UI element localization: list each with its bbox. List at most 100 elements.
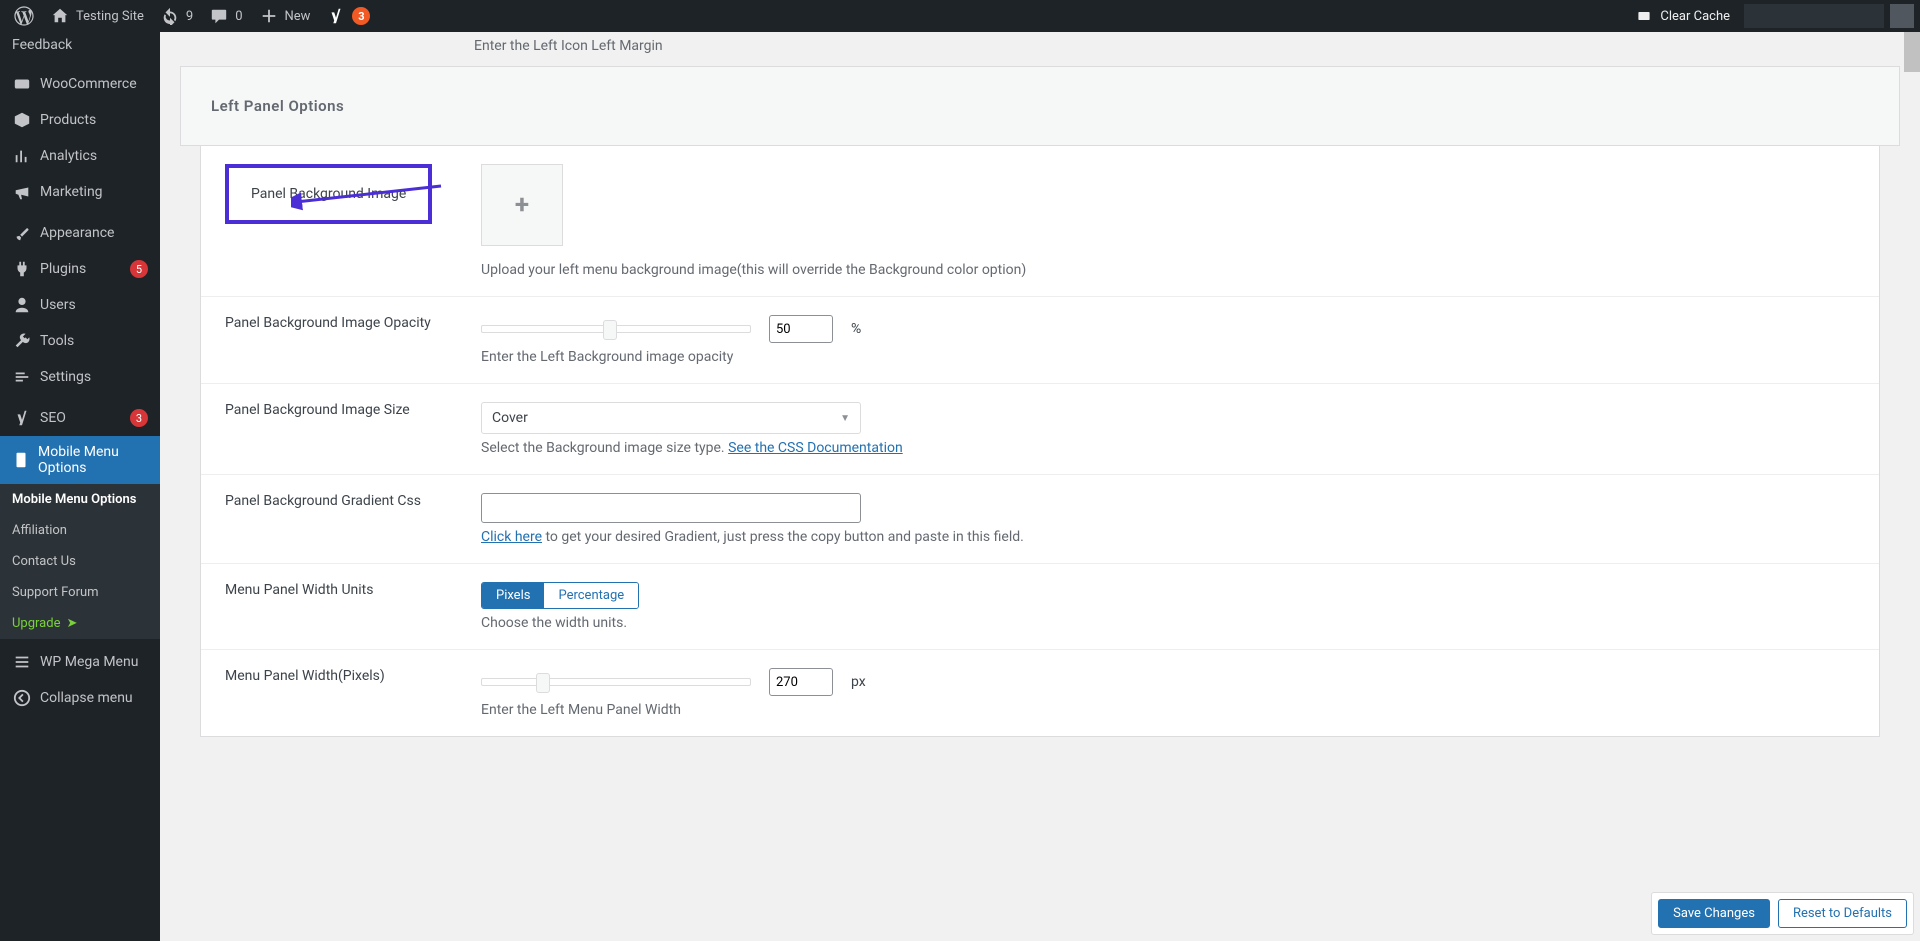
- sidebar-item-settings[interactable]: Settings: [0, 359, 160, 395]
- admin-sidebar: Feedback WooCommerce Products Analytics …: [0, 32, 160, 941]
- css-doc-link[interactable]: See the CSS Documentation: [728, 440, 903, 456]
- sidebar-sub-support-forum[interactable]: Support Forum: [0, 577, 160, 608]
- plus-icon: [259, 6, 279, 26]
- wp-logo[interactable]: [6, 0, 42, 32]
- megaphone-icon: [12, 182, 32, 202]
- admin-bar: Testing Site 9 0 New 3: [0, 0, 1920, 32]
- user-icon: [12, 295, 32, 315]
- sidebar-label: Mobile Menu Options: [38, 444, 148, 476]
- toggle-percentage[interactable]: Percentage: [544, 583, 638, 608]
- sidebar-sub-upgrade[interactable]: Upgrade ➤: [0, 608, 160, 639]
- scrollbar-thumb[interactable]: [1904, 32, 1920, 72]
- reset-button[interactable]: Reset to Defaults: [1778, 899, 1907, 928]
- sidebar-item-seo[interactable]: SEO 3: [0, 400, 160, 436]
- woocommerce-icon: [12, 74, 32, 94]
- clear-cache[interactable]: Clear Cache: [1626, 0, 1738, 32]
- row-label: Menu Panel Width(Pixels): [225, 668, 385, 684]
- select-value: Cover: [492, 410, 528, 426]
- chevron-down-icon: ▼: [840, 413, 850, 424]
- adminbar-blank-box: [1744, 4, 1884, 28]
- sidebar-item-marketing[interactable]: Marketing: [0, 174, 160, 210]
- arrow-right-icon: ➤: [66, 616, 77, 631]
- site-title: Testing Site: [76, 9, 144, 24]
- section-header: Left Panel Options: [180, 66, 1900, 146]
- row-desc: Upload your left menu background image(t…: [481, 262, 1855, 278]
- row-desc: Enter the Left Menu Panel Width: [481, 702, 1855, 718]
- sidebar-label: Appearance: [40, 225, 114, 241]
- updates[interactable]: 9: [152, 0, 201, 32]
- sidebar-item-feedback-cut[interactable]: Feedback: [0, 32, 160, 66]
- gradient-input[interactable]: [481, 493, 861, 523]
- menu-icon: [12, 652, 32, 672]
- row-label: Panel Background Image: [251, 186, 406, 202]
- brush-icon: [12, 223, 32, 243]
- sidebar-item-products[interactable]: Products: [0, 102, 160, 138]
- gradient-link[interactable]: Click here: [481, 529, 542, 545]
- sidebar-item-wp-mega-menu[interactable]: WP Mega Menu: [0, 644, 160, 680]
- sidebar-label: Marketing: [40, 184, 103, 200]
- row-label: Panel Background Gradient Css: [225, 493, 421, 509]
- sidebar-sub-mobile-menu-options[interactable]: Mobile Menu Options: [0, 484, 160, 515]
- floating-actions: Save Changes Reset to Defaults: [1651, 892, 1914, 935]
- sidebar-item-appearance[interactable]: Appearance: [0, 215, 160, 251]
- sidebar-label: WooCommerce: [40, 76, 137, 92]
- sidebar-label: Settings: [40, 369, 91, 385]
- slider-thumb[interactable]: [536, 673, 550, 693]
- row-desc-pre: Select the Background image size type.: [481, 440, 728, 456]
- sidebar-item-users[interactable]: Users: [0, 287, 160, 323]
- comments[interactable]: 0: [201, 0, 250, 32]
- clear-cache-label: Clear Cache: [1660, 9, 1730, 24]
- width-input[interactable]: [769, 668, 833, 696]
- sidebar-item-tools[interactable]: Tools: [0, 323, 160, 359]
- new-label: New: [285, 9, 311, 24]
- adminbar-small-box: [1890, 4, 1914, 28]
- new-content[interactable]: New: [251, 0, 319, 32]
- row-label: Menu Panel Width Units: [225, 582, 373, 598]
- width-slider[interactable]: [481, 678, 751, 686]
- sidebar-collapse[interactable]: Collapse menu: [0, 680, 160, 716]
- sidebar-label: Tools: [40, 333, 74, 349]
- yoast[interactable]: 3: [318, 0, 378, 32]
- row-label: Panel Background Image Opacity: [225, 315, 431, 331]
- yoast-icon: [12, 408, 32, 428]
- sidebar-sub-contact-us[interactable]: Contact Us: [0, 546, 160, 577]
- image-upload-button[interactable]: +: [481, 164, 563, 246]
- bg-size-select[interactable]: Cover ▼: [481, 402, 861, 434]
- toggle-pixels[interactable]: Pixels: [482, 583, 544, 608]
- row-label: Panel Background Image Size: [225, 402, 410, 418]
- sidebar-label: Products: [40, 112, 96, 128]
- collapse-icon: [12, 688, 32, 708]
- wordpress-icon: [14, 6, 34, 26]
- row-desc-post: to get your desired Gradient, just press…: [542, 529, 1024, 545]
- sidebar-label: Analytics: [40, 148, 97, 164]
- sidebar-label: Plugins: [40, 261, 86, 277]
- plug-icon: [12, 259, 32, 279]
- sidebar-item-plugins[interactable]: Plugins 5: [0, 251, 160, 287]
- width-units-toggle: Pixels Percentage: [481, 582, 639, 609]
- comment-icon: [209, 6, 229, 26]
- comments-count: 0: [235, 9, 242, 24]
- window-scrollbar[interactable]: [1904, 32, 1920, 941]
- section-title: Left Panel Options: [211, 97, 1869, 115]
- main-content: Enter the Left Icon Left Margin Left Pan…: [160, 32, 1920, 941]
- opacity-unit: %: [851, 321, 861, 337]
- save-button[interactable]: Save Changes: [1658, 899, 1770, 928]
- slider-thumb[interactable]: [603, 320, 617, 340]
- opacity-input[interactable]: [769, 315, 833, 343]
- collapse-label: Collapse menu: [40, 690, 133, 706]
- updates-count: 9: [186, 9, 193, 24]
- refresh-icon: [160, 6, 180, 26]
- sidebar-item-analytics[interactable]: Analytics: [0, 138, 160, 174]
- sidebar-sub-affiliation[interactable]: Affiliation: [0, 515, 160, 546]
- plugins-badge: 5: [130, 260, 148, 278]
- opacity-slider[interactable]: [481, 325, 751, 333]
- sidebar-item-woocommerce[interactable]: WooCommerce: [0, 66, 160, 102]
- sidebar-label: Users: [40, 297, 76, 313]
- yoast-badge: 3: [352, 7, 370, 25]
- sidebar-label: WP Mega Menu: [40, 654, 138, 670]
- sidebar-item-mobile-menu-options[interactable]: Mobile Menu Options: [0, 436, 160, 484]
- highlight-annotation: Panel Background Image: [225, 164, 432, 224]
- cache-icon: [1634, 6, 1654, 26]
- row-desc: Enter the Left Background image opacity: [481, 349, 1855, 365]
- site-home[interactable]: Testing Site: [42, 0, 152, 32]
